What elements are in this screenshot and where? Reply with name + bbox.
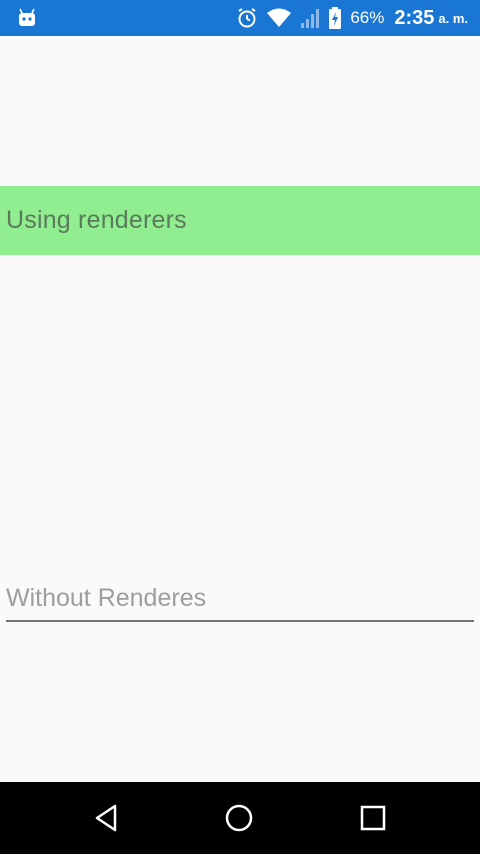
app-screen: 66% 2:35 a. m. Using renderers [0,0,480,854]
navigation-bar [0,782,480,854]
alarm-icon [238,8,256,28]
clock-suffix: a. m. [438,10,468,26]
battery-percentage: 66% [350,8,385,27]
recents-icon[interactable] [357,802,389,834]
renderer-label-banner: Using renderers [0,186,480,255]
wifi-icon [267,8,292,27]
home-icon[interactable] [223,802,255,834]
plain-entry-underline [6,620,474,622]
plain-entry-input[interactable] [6,584,474,613]
battery-charging-icon [329,7,342,29]
back-icon[interactable] [91,802,123,834]
status-bar: 66% 2:35 a. m. [0,0,480,36]
plain-entry-field[interactable] [6,580,474,622]
renderer-label: Using renderers [6,206,187,234]
android-icon [19,8,35,26]
signal-icon [301,9,320,28]
status-icons: 66% 2:35 a. m. [228,0,468,36]
clock: 2:35 [394,6,435,29]
